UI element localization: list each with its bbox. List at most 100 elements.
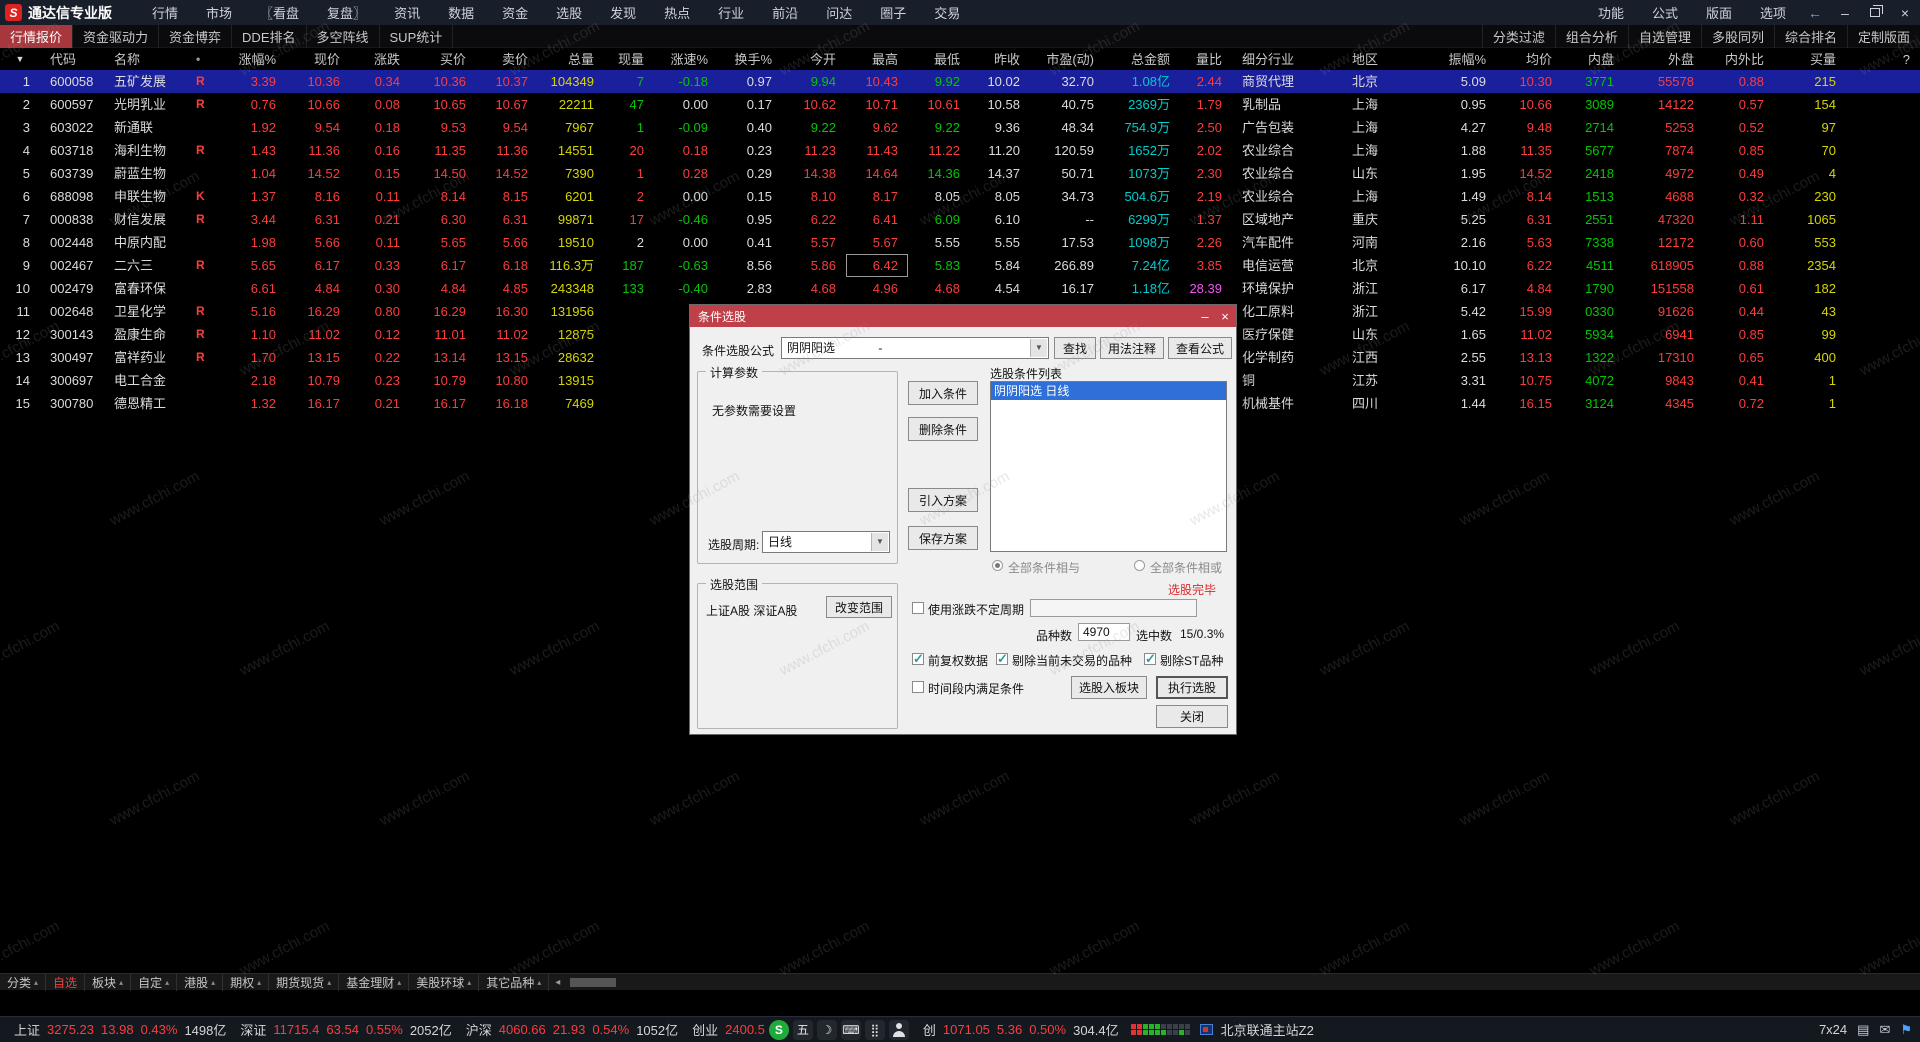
- menu-item-选股[interactable]: 选股: [542, 0, 596, 25]
- menu-item-〖看盘[interactable]: 〖看盘: [246, 0, 313, 25]
- menu-item-行情[interactable]: 行情: [138, 0, 192, 25]
- table-row[interactable]: 2 600597 光明乳业 R 0.76 10.66 0.08 10.65 10.67 22211…: [0, 93, 1920, 116]
- condition-listbox[interactable]: 阴阴阳选 日线: [990, 381, 1227, 552]
- formula-combobox[interactable]: 阴阴阳选 - ▼: [781, 337, 1049, 359]
- menu-item-资金[interactable]: 资金: [488, 0, 542, 25]
- flag-icon[interactable]: ⚑: [1900, 1022, 1912, 1038]
- column-header[interactable]: 内盘: [1562, 49, 1624, 70]
- server-name[interactable]: 北京联通主站Z2: [1221, 1020, 1314, 1039]
- column-header[interactable]: 内外比: [1704, 49, 1774, 70]
- column-header[interactable]: •: [182, 49, 222, 70]
- close-button[interactable]: ×: [1890, 0, 1920, 25]
- view-formula-button[interactable]: 查看公式: [1168, 337, 1232, 359]
- execute-selection-button[interactable]: 执行选股: [1156, 676, 1228, 699]
- column-header[interactable]: 最高: [846, 49, 908, 70]
- column-header[interactable]: 涨跌: [350, 49, 410, 70]
- panel-icon[interactable]: ▤: [1857, 1022, 1869, 1038]
- column-header[interactable]: 总金额: [1104, 49, 1180, 70]
- table-row[interactable]: 1 600058 五矿发展 R 3.39 10.36 0.34 10.36 10.37 10434…: [0, 70, 1920, 93]
- column-header[interactable]: 最低: [908, 49, 970, 70]
- column-header[interactable]: 涨速%: [654, 49, 718, 70]
- moon-icon[interactable]: ☽: [816, 1019, 837, 1040]
- menu-item-功能[interactable]: 功能: [1584, 0, 1638, 25]
- column-header[interactable]: 均价: [1496, 49, 1562, 70]
- toolbar-tab-DDE排名[interactable]: DDE排名: [232, 24, 307, 48]
- bottom-tab-期权[interactable]: 期权 ▴: [223, 973, 270, 991]
- column-header[interactable]: 买价: [410, 49, 476, 70]
- radio-all-or[interactable]: [1134, 560, 1145, 571]
- index-上证[interactable]: 上证 3275.23 13.98 0.43% 1498亿: [14, 1020, 226, 1039]
- usage-note-button[interactable]: 用法注释: [1100, 337, 1164, 359]
- table-row[interactable]: 6 688098 申联生物 K 1.37 8.16 0.11 8.14 8.15 6201 2 0.0…: [0, 185, 1920, 208]
- menu-item-交易[interactable]: 交易: [920, 0, 974, 25]
- table-row[interactable]: 5 603739 蔚蓝生物 1.04 14.52 0.15 14.50 14.52 7390 1 0…: [0, 162, 1920, 185]
- variable-period-input[interactable]: [1030, 599, 1197, 617]
- index-创[interactable]: 创 1071.05 5.36 0.50% 304.4亿: [923, 1020, 1119, 1039]
- column-header[interactable]: 换手%: [718, 49, 782, 70]
- column-header[interactable]: 卖价: [476, 49, 538, 70]
- menu-item-问达[interactable]: 问达: [812, 0, 866, 25]
- menu-item-资讯[interactable]: 资讯: [380, 0, 434, 25]
- column-header[interactable]: 涨幅%: [222, 49, 286, 70]
- wubi-icon[interactable]: 五: [792, 1019, 813, 1040]
- column-header[interactable]: 现量: [604, 49, 654, 70]
- sogou-s-icon[interactable]: S: [768, 1019, 789, 1040]
- chevron-down-icon[interactable]: ▼: [1030, 339, 1047, 357]
- radio-all-and[interactable]: [992, 560, 1003, 571]
- delete-condition-button[interactable]: 删除条件: [908, 417, 978, 441]
- grid-icon[interactable]: ⣿: [864, 1019, 885, 1040]
- scroll-left-arrow[interactable]: ◂: [549, 977, 566, 988]
- bottom-tab-板块[interactable]: 板块 ▴: [85, 973, 132, 991]
- column-header[interactable]: 地区: [1342, 49, 1412, 70]
- add-condition-button[interactable]: 加入条件: [908, 381, 978, 405]
- bottom-tab-其它品种[interactable]: 其它品种 ▴: [479, 973, 550, 991]
- menu-item-圈子[interactable]: 圈子: [866, 0, 920, 25]
- checkbox-time-range[interactable]: [912, 681, 924, 693]
- toolbar-button-自选管理[interactable]: 自选管理: [1627, 24, 1701, 48]
- index-沪深[interactable]: 沪深 4060.66 21.93 0.54% 1052亿: [466, 1020, 678, 1039]
- column-header[interactable]: 振幅%: [1412, 49, 1496, 70]
- import-plan-button[interactable]: 引入方案: [908, 488, 978, 512]
- table-row[interactable]: 9 002467 二六三 R 5.65 6.17 0.33 6.17 6.18 116.3万 187…: [0, 254, 1920, 277]
- index-深证[interactable]: 深证 11715.4 63.54 0.55% 2052亿: [240, 1020, 451, 1039]
- toolbar-tab-资金博弈[interactable]: 资金博弈: [159, 24, 233, 48]
- dialog-close-button[interactable]: 关闭: [1156, 705, 1228, 728]
- column-header[interactable]: 昨收: [970, 49, 1030, 70]
- menu-item-公式[interactable]: 公式: [1638, 0, 1692, 25]
- help-icon[interactable]: ?: [1846, 49, 1920, 70]
- column-header[interactable]: 总量: [538, 49, 604, 70]
- restore-button[interactable]: [1860, 0, 1890, 25]
- menu-item-市场[interactable]: 市场: [192, 0, 246, 25]
- checkbox-forward-adjust[interactable]: [912, 651, 924, 667]
- bottom-tab-港股[interactable]: 港股 ▴: [177, 973, 224, 991]
- column-header[interactable]: 今开: [782, 49, 846, 70]
- minimize-button[interactable]: –: [1830, 0, 1860, 25]
- toolbar-tab-多空阵线[interactable]: 多空阵线: [307, 24, 380, 48]
- person-icon[interactable]: [888, 1019, 909, 1040]
- column-header[interactable]: 量比: [1180, 49, 1232, 70]
- table-row[interactable]: 10 002479 富春环保 6.61 4.84 0.30 4.84 4.85 243348 13…: [0, 277, 1920, 300]
- column-header[interactable]: 买量: [1774, 49, 1846, 70]
- save-plan-button[interactable]: 保存方案: [908, 526, 978, 550]
- bottom-tab-期货现货[interactable]: 期货现货 ▴: [269, 973, 340, 991]
- bottom-tab-基金理财[interactable]: 基金理财 ▴: [339, 973, 410, 991]
- checkbox-remove-st[interactable]: [1144, 651, 1156, 667]
- period-combobox[interactable]: 日线 ▼: [762, 531, 890, 553]
- menu-item-数据[interactable]: 数据: [434, 0, 488, 25]
- column-header[interactable]: ▼: [0, 49, 40, 70]
- index-创业[interactable]: 创业 2400.5: [692, 1020, 765, 1039]
- table-row[interactable]: 3 603022 新通联 1.92 9.54 0.18 9.53 9.54 7967 1 -0.09…: [0, 116, 1920, 139]
- find-button[interactable]: 查找: [1054, 337, 1096, 359]
- column-header[interactable]: 市盈(动): [1030, 49, 1104, 70]
- checkbox-remove-untraded[interactable]: [996, 651, 1008, 667]
- column-header[interactable]: 细分行业: [1232, 49, 1342, 70]
- menu-item-行业[interactable]: 行业: [704, 0, 758, 25]
- toolbar-tab-资金驱动力[interactable]: 资金驱动力: [73, 24, 160, 48]
- table-row[interactable]: 8 002448 中原内配 1.98 5.66 0.11 5.65 5.66 19510 2 0.0…: [0, 231, 1920, 254]
- bottom-tab-自定[interactable]: 自定 ▴: [131, 973, 178, 991]
- menu-item-前沿[interactable]: 前沿: [758, 0, 812, 25]
- menu-item-版面[interactable]: 版面: [1692, 0, 1746, 25]
- toolbar-tab-行情报价[interactable]: 行情报价: [0, 24, 74, 48]
- dialog-title-bar[interactable]: 条件选股 – ×: [690, 305, 1236, 327]
- bottom-tab-分类[interactable]: 分类 ▴: [0, 973, 47, 991]
